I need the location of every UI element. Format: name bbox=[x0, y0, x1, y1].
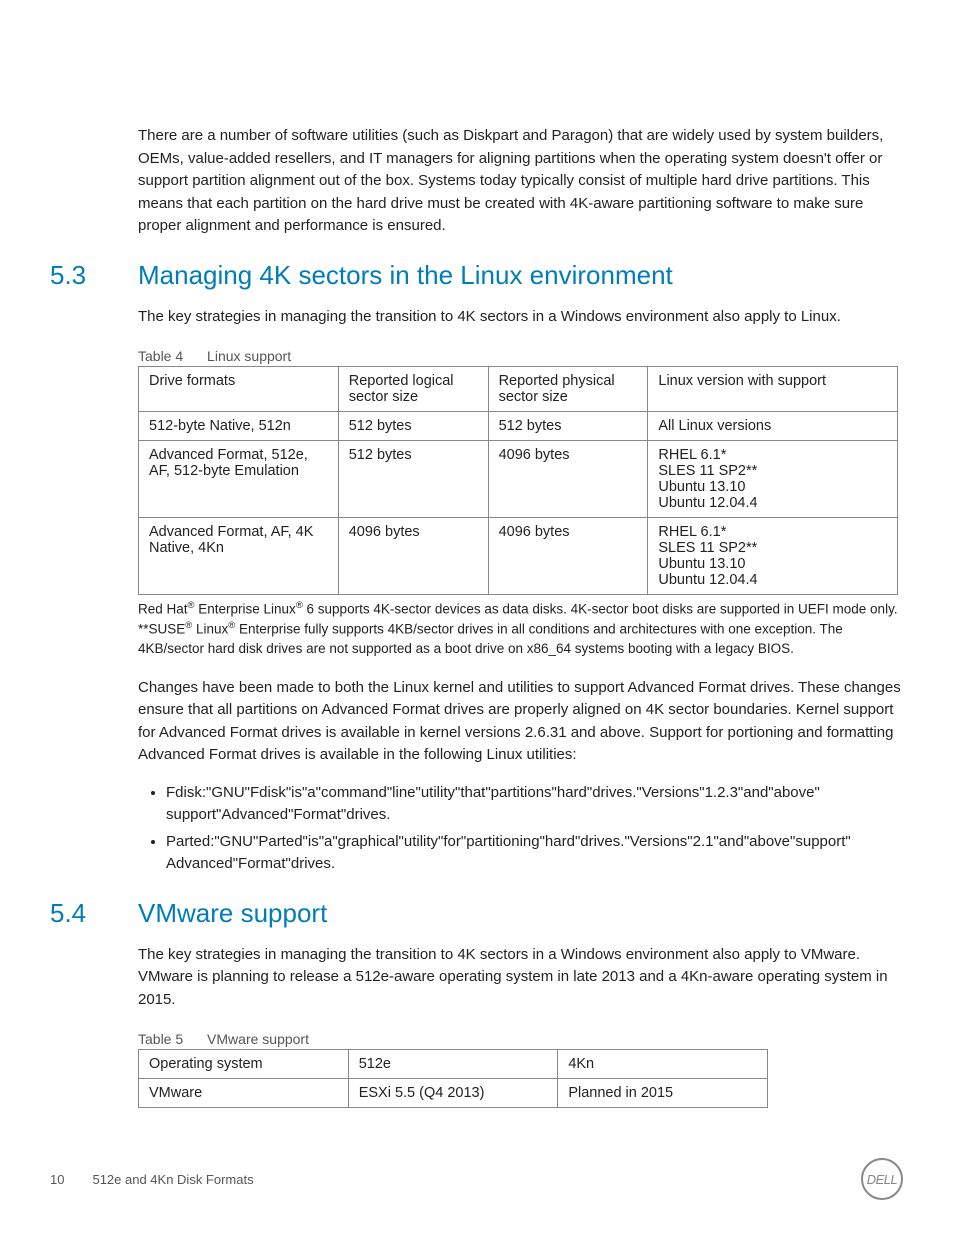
table-row: Advanced Format, AF, 4K Native, 4Kn 4096… bbox=[139, 518, 898, 595]
dell-logo-icon: DELL bbox=[860, 1157, 904, 1201]
th-physical-size: Reported physical sector size bbox=[488, 367, 648, 412]
table-4-title: Linux support bbox=[207, 348, 291, 364]
table-5-caption: Table 5 VMware support bbox=[138, 1031, 904, 1047]
table-4-footnotes: Red Hat® Enterprise Linux® 6 supports 4K… bbox=[138, 599, 904, 659]
table-5-title: VMware support bbox=[207, 1031, 309, 1047]
section-title: VMware support bbox=[138, 898, 327, 929]
section-5-3-header: 5.3 Managing 4K sectors in the Linux env… bbox=[50, 260, 904, 291]
section-number: 5.4 bbox=[50, 898, 110, 929]
section-5-3-lead: The key strategies in managing the trans… bbox=[138, 306, 904, 329]
th-drive-formats: Drive formats bbox=[139, 367, 339, 412]
table-header-row: Operating system 512e 4Kn bbox=[139, 1050, 768, 1079]
table-row: Advanced Format, 512e, AF, 512-byte Emul… bbox=[139, 441, 898, 518]
table-5-label: Table 5 bbox=[138, 1031, 183, 1047]
section-number: 5.3 bbox=[50, 260, 110, 291]
page-footer: 10 512e and 4Kn Disk Formats DELL bbox=[50, 1157, 904, 1201]
table-4: Drive formats Reported logical sector si… bbox=[138, 366, 898, 595]
table-4-label: Table 4 bbox=[138, 348, 183, 364]
section-5-4-header: 5.4 VMware support bbox=[50, 898, 904, 929]
th-4kn: 4Kn bbox=[558, 1050, 768, 1079]
intro-paragraph: There are a number of software utilities… bbox=[138, 125, 904, 238]
table-5: Operating system 512e 4Kn VMware ESXi 5.… bbox=[138, 1049, 768, 1108]
list-item: Fdisk:"GNU"Fdisk"is"a"command"line"utili… bbox=[166, 782, 904, 827]
th-logical-size: Reported logical sector size bbox=[338, 367, 488, 412]
list-item: Parted:"GNU"Parted"is"a"graphical"utilit… bbox=[166, 831, 904, 876]
section-5-3-paragraph: Changes have been made to both the Linux… bbox=[138, 677, 904, 767]
table-4-caption: Table 4 Linux support bbox=[138, 348, 904, 364]
page-number: 10 bbox=[50, 1172, 64, 1187]
table-row: 512-byte Native, 512n 512 bytes 512 byte… bbox=[139, 412, 898, 441]
document-title: 512e and 4Kn Disk Formats bbox=[92, 1172, 253, 1187]
utilities-list: Fdisk:"GNU"Fdisk"is"a"command"line"utili… bbox=[138, 782, 904, 876]
svg-text:DELL: DELL bbox=[867, 1172, 898, 1187]
section-5-4-lead: The key strategies in managing the trans… bbox=[138, 944, 904, 1012]
table-row: VMware ESXi 5.5 (Q4 2013) Planned in 201… bbox=[139, 1079, 768, 1108]
table-header-row: Drive formats Reported logical sector si… bbox=[139, 367, 898, 412]
th-linux-version: Linux version with support bbox=[648, 367, 898, 412]
th-os: Operating system bbox=[139, 1050, 349, 1079]
th-512e: 512e bbox=[348, 1050, 558, 1079]
section-title: Managing 4K sectors in the Linux environ… bbox=[138, 260, 673, 291]
